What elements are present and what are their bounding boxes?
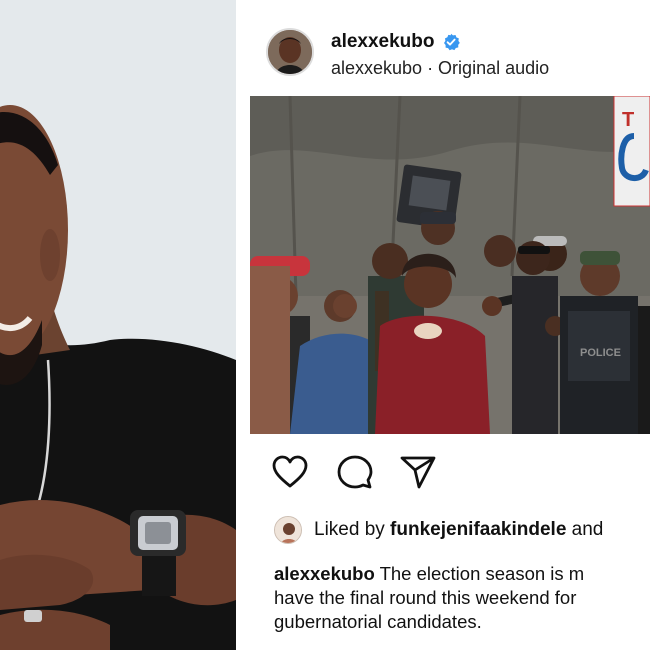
caption-text-1: The election season is m [374,563,585,584]
liked-by-text: Liked by funkejenifaakindele and [314,519,603,541]
comment-bubble-icon[interactable] [335,452,375,492]
post-username[interactable]: alexxekubo [331,31,435,53]
heart-icon[interactable] [270,452,310,492]
profile-avatar[interactable] [266,28,314,76]
verified-badge-icon [442,33,460,51]
caption-line-1: alexxekubo The election season is m [274,562,650,586]
svg-text:POLICE: POLICE [580,347,621,359]
caption-line-3: gubernatorial candidates. [274,611,482,632]
liked-by-suffix: and [566,519,604,540]
post-caption: alexxekubo The election season is m have… [274,562,650,634]
post-header: alexxekubo alexxekubo · Original audio [250,14,650,84]
paper-plane-icon[interactable] [398,452,438,492]
svg-text:T: T [622,109,634,131]
post-subtitle[interactable]: alexxekubo · Original audio [331,58,549,79]
portrait-photo [0,0,236,650]
liked-by-username[interactable]: funkejenifaakindele [390,519,566,540]
panel-divider [236,0,250,650]
liked-by-row[interactable]: Liked by funkejenifaakindele and [274,515,603,545]
post-media[interactable]: T POLICE [250,96,650,434]
instagram-post: alexxekubo alexxekubo · Original audio T [250,0,650,650]
post-actions [250,452,650,496]
caption-line-2: have the final round this weekend for [274,587,577,608]
liked-by-avatar [274,516,302,544]
liked-by-prefix: Liked by [314,519,391,540]
caption-username[interactable]: alexxekubo [274,563,375,584]
